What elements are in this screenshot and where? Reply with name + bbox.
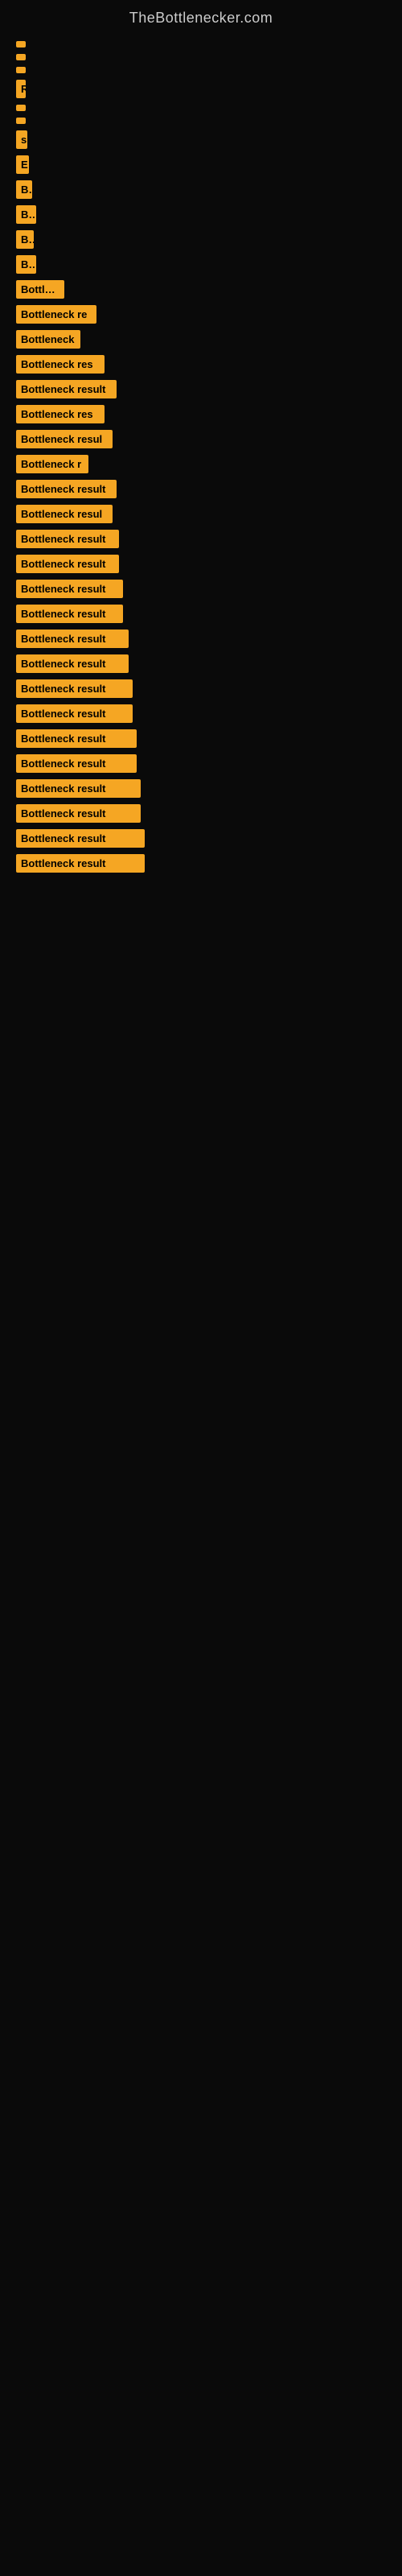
bar-label: Bottleneck result [16, 854, 145, 873]
bar-row: Bottleneck result [16, 530, 386, 548]
bar-row: Bottleneck result [16, 480, 386, 498]
bar-row [16, 54, 386, 60]
bar-row: Bottleneck resul [16, 505, 386, 523]
bar-label [16, 67, 26, 73]
bar-row: Bottleneck result [16, 754, 386, 773]
bar-row: Bottleneck result [16, 679, 386, 698]
bar-row: Bottleneck result [16, 804, 386, 823]
bar-label: Bottleneck result [16, 605, 123, 623]
bar-label: Bottleneck res [16, 355, 105, 374]
bar-row: Bottleneck resul [16, 430, 386, 448]
bar-row: Bot [16, 255, 386, 274]
bar-label [16, 41, 26, 47]
bar-row: R [16, 80, 386, 98]
bar-label: Bottleneck result [16, 380, 117, 398]
bar-row: Bottleneck result [16, 380, 386, 398]
bars-container: RsE Bo Bot Bo Bot Bottlene Bottleneck re Bottle… [0, 33, 402, 879]
bar-row: Bottleneck result [16, 704, 386, 723]
bar-label [16, 54, 26, 60]
bar-label: Bottleneck resul [16, 505, 113, 523]
bar-label: s [16, 130, 27, 149]
bar-row: Bot [16, 205, 386, 224]
bar-label [16, 105, 26, 111]
bar-label [16, 118, 26, 124]
bar-label: Bottleneck result [16, 555, 119, 573]
bar-row [16, 41, 386, 47]
bar-label: Bottleneck result [16, 654, 129, 673]
bar-row: Bo [16, 230, 386, 249]
bar-label: E [16, 155, 29, 174]
bar-label: Bottleneck [16, 330, 80, 349]
bar-label: R [16, 80, 26, 98]
bar-label: Bottleneck re [16, 305, 96, 324]
bar-label: Bottlene [16, 280, 64, 299]
bar-row: Bottleneck result [16, 630, 386, 648]
bar-label: Bo [16, 230, 34, 249]
bar-row: Bottleneck result [16, 829, 386, 848]
bar-row: Bottleneck result [16, 580, 386, 598]
bar-row: Bottleneck result [16, 605, 386, 623]
bar-label: Bottleneck result [16, 829, 145, 848]
bar-label: Bottleneck result [16, 729, 137, 748]
bar-row: Bottleneck res [16, 405, 386, 423]
bar-row [16, 67, 386, 73]
site-title: TheBottlenecker.com [0, 0, 402, 33]
bar-label: Bottleneck result [16, 704, 133, 723]
bar-label: Bottleneck result [16, 804, 141, 823]
bar-row: Bo [16, 180, 386, 199]
bar-label: Bot [16, 255, 36, 274]
bar-label: Bottleneck result [16, 480, 117, 498]
bar-row: s [16, 130, 386, 149]
bar-row: Bottleneck result [16, 654, 386, 673]
bar-row: Bottleneck result [16, 555, 386, 573]
bar-label: Bot [16, 205, 36, 224]
bar-label: Bo [16, 180, 32, 199]
bar-row: Bottleneck res [16, 355, 386, 374]
bar-label: Bottleneck result [16, 754, 137, 773]
bar-label: Bottleneck result [16, 580, 123, 598]
bar-label: Bottleneck result [16, 530, 119, 548]
bar-label: Bottleneck res [16, 405, 105, 423]
bar-label: Bottleneck result [16, 779, 141, 798]
bar-label: Bottleneck result [16, 630, 129, 648]
bar-row: E [16, 155, 386, 174]
bar-row: Bottleneck result [16, 779, 386, 798]
bar-row: Bottleneck result [16, 729, 386, 748]
bar-row: Bottleneck r [16, 455, 386, 473]
bar-row: Bottleneck result [16, 854, 386, 873]
bar-label: Bottleneck result [16, 679, 133, 698]
bar-row: Bottlene [16, 280, 386, 299]
bar-label: Bottleneck r [16, 455, 88, 473]
bar-row [16, 105, 386, 111]
bar-label: Bottleneck resul [16, 430, 113, 448]
bar-row: Bottleneck re [16, 305, 386, 324]
bar-row: Bottleneck [16, 330, 386, 349]
bar-row [16, 118, 386, 124]
